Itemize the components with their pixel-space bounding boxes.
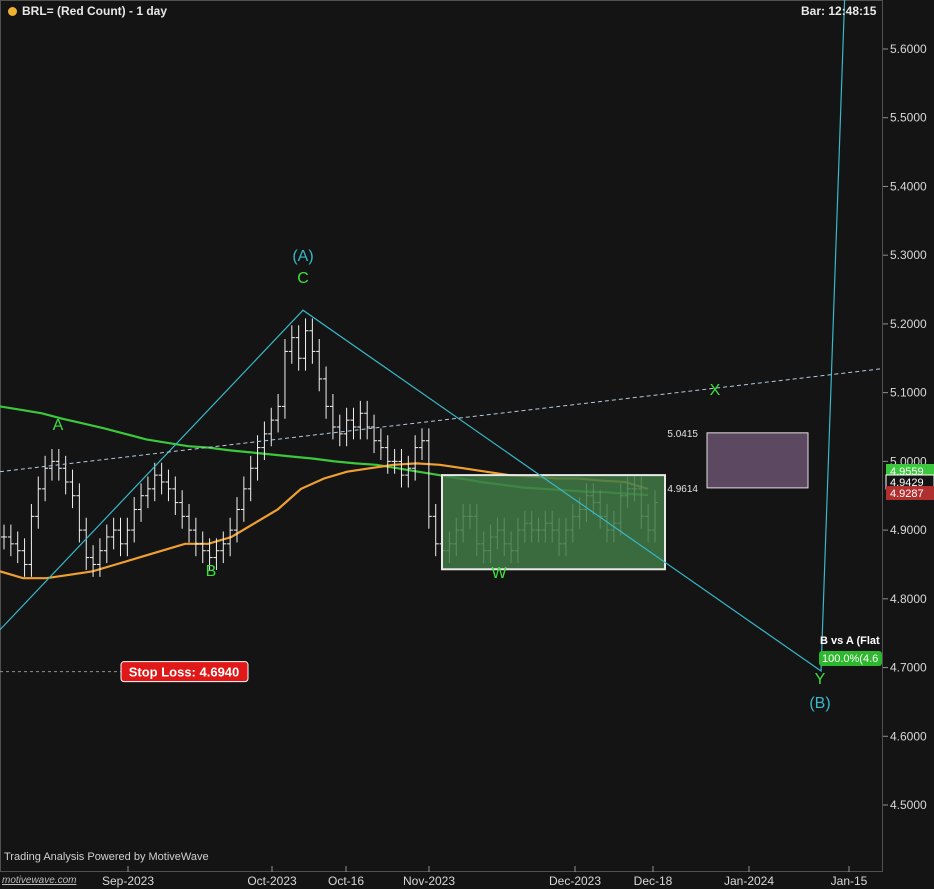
x-tick-label: Nov-2023 [403, 874, 455, 888]
wave-label: X [710, 382, 721, 399]
footer-credit: Trading Analysis Powered by MotiveWave [4, 851, 209, 863]
target-badge-label: 100.0%(4.6 [822, 653, 878, 665]
box-x-top-label: 5.0415 [667, 429, 698, 440]
chart-title-text: BRL= (Red Count) - 1 day [22, 4, 168, 18]
x-tick-label: Sep-2023 [102, 874, 154, 888]
price-markers: 4.95594.94294.9287 [885, 464, 934, 500]
y-tick-label: 5.1000 [890, 386, 927, 400]
box-x-bottom-label: 4.9614 [667, 484, 698, 495]
y-tick-label: 5.4000 [890, 179, 927, 193]
y-tick-label: 5.5000 [890, 111, 927, 125]
y-tick-label: 4.9000 [890, 523, 927, 537]
wave-label: C [297, 270, 309, 287]
stop-loss-label: Stop Loss: 4.6940 [129, 665, 240, 680]
y-tick-label: 4.7000 [890, 661, 927, 675]
x-tick-label: Oct-16 [328, 874, 364, 888]
x-tick-label: Dec-2023 [549, 874, 601, 888]
symbol-dot-icon [8, 7, 17, 16]
y-tick-label: 5.3000 [890, 248, 927, 262]
x-tick-label: Oct-2023 [247, 874, 297, 888]
price-marker-label: 4.9287 [890, 488, 924, 500]
y-tick-label: 4.6000 [890, 729, 927, 743]
wave-label: (A) [292, 248, 313, 265]
x-tick-label: Jan-15 [831, 874, 868, 888]
watermark: motivewave.com [2, 875, 77, 886]
wave-label: B [206, 563, 217, 580]
wave-label: Y [815, 671, 826, 688]
bar-time: Bar: 12:48:15 [801, 4, 877, 18]
y-tick-label: 4.8000 [890, 592, 927, 606]
y-tick-label: 5.6000 [890, 42, 927, 56]
box-w [441, 474, 666, 571]
wave-label: (B) [809, 695, 830, 712]
x-tick-label: Jan-2024 [724, 874, 774, 888]
y-tick-label: 5.2000 [890, 317, 927, 331]
wave-label: W [491, 565, 507, 582]
box-x [706, 432, 809, 489]
y-tick-label: 4.5000 [890, 798, 927, 812]
chart-title: BRL= (Red Count) - 1 day [8, 4, 167, 18]
price-chart[interactable]: 4.50004.60004.70004.80004.90005.00005.10… [0, 0, 934, 889]
x-tick-label: Dec-18 [634, 874, 673, 888]
wave-label: A [53, 417, 64, 434]
target-note: B vs A (Flat [820, 635, 880, 647]
